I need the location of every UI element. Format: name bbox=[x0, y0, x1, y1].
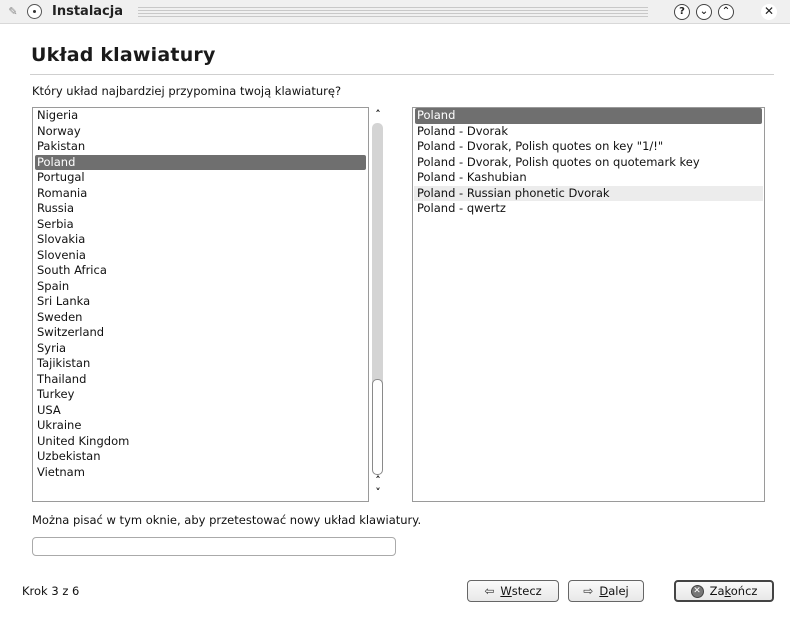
country-list[interactable]: Nigeria Norway Pakistan Poland Portugal Roman… bbox=[32, 107, 369, 502]
variant-list[interactable]: Poland Poland - Dvorak Poland - Dvorak, Po… bbox=[412, 107, 765, 502]
list-item[interactable]: Turkey bbox=[33, 387, 368, 403]
country-list-scrollbar[interactable]: ˄ ˄ ˅ bbox=[370, 107, 386, 502]
list-item[interactable]: Serbia bbox=[33, 217, 368, 233]
back-button[interactable]: ⇦ Wstecz bbox=[467, 580, 559, 602]
list-item[interactable]: Portugal bbox=[33, 170, 368, 186]
next-button-label: Dalej bbox=[599, 584, 629, 598]
list-item[interactable]: South Africa bbox=[33, 263, 368, 279]
list-item[interactable]: Uzbekistan bbox=[33, 449, 368, 465]
list-item[interactable]: Poland - Dvorak, Polish quotes on key "1… bbox=[413, 139, 764, 155]
next-button[interactable]: ⇨ Dalej bbox=[568, 580, 644, 602]
help-button[interactable]: ? bbox=[674, 4, 690, 20]
list-item[interactable]: Poland - Russian phonetic Dvorak bbox=[414, 185, 763, 201]
list-item[interactable]: USA bbox=[33, 403, 368, 419]
scroll-down-arrow-icon[interactable]: ˅ bbox=[370, 487, 386, 499]
list-item[interactable]: Spain bbox=[33, 279, 368, 295]
installer-window: ✎ Instalacja ? ⌄ ⌃ ✕ Układ klawiatury Kt… bbox=[0, 0, 790, 626]
arrow-left-icon: ⇦ bbox=[484, 584, 495, 598]
list-item[interactable]: Sweden bbox=[33, 310, 368, 326]
list-item[interactable]: Nigeria bbox=[33, 108, 368, 124]
list-item[interactable]: Syria bbox=[33, 341, 368, 357]
page-title: Układ klawiatury bbox=[31, 44, 216, 66]
list-item[interactable]: Tajikistan bbox=[33, 356, 368, 372]
title-divider bbox=[30, 74, 774, 75]
title-bar-grip bbox=[138, 7, 648, 17]
list-item[interactable]: Sri Lanka bbox=[33, 294, 368, 310]
close-button[interactable]: ✕ bbox=[761, 4, 777, 20]
cancel-icon: ✕ bbox=[690, 584, 704, 598]
list-item[interactable]: Norway bbox=[33, 124, 368, 140]
list-item[interactable]: Poland - Dvorak bbox=[413, 124, 764, 140]
list-item[interactable]: Poland bbox=[415, 108, 762, 124]
finish-button-label: Zakończ bbox=[709, 584, 758, 598]
app-icon: ✎ bbox=[8, 5, 18, 18]
keyboard-test-input[interactable] bbox=[32, 537, 396, 556]
arrow-right-icon: ⇨ bbox=[583, 584, 594, 598]
finish-button[interactable]: ✕ Zakończ bbox=[674, 580, 774, 602]
window-menu-button[interactable] bbox=[27, 4, 42, 19]
scrollbar-thumb[interactable] bbox=[372, 379, 383, 475]
list-item[interactable]: Vietnam bbox=[33, 465, 368, 481]
list-item[interactable]: Romania bbox=[33, 186, 368, 202]
list-item[interactable]: Ukraine bbox=[33, 418, 368, 434]
list-item[interactable]: Poland - Dvorak, Polish quotes on quotem… bbox=[413, 155, 764, 171]
test-hint: Można pisać w tym oknie, aby przetestowa… bbox=[32, 513, 422, 527]
list-item[interactable]: Poland - qwertz bbox=[413, 201, 764, 217]
title-bar[interactable]: ✎ Instalacja ? ⌄ ⌃ ✕ bbox=[0, 0, 790, 24]
back-button-label: Wstecz bbox=[500, 584, 542, 598]
layout-question: Który układ najbardziej przypomina twoją… bbox=[32, 84, 342, 98]
list-item[interactable]: Poland bbox=[35, 154, 366, 170]
list-item[interactable]: Switzerland bbox=[33, 325, 368, 341]
list-item[interactable]: Pakistan bbox=[33, 139, 368, 155]
step-indicator: Krok 3 z 6 bbox=[22, 584, 80, 598]
list-item[interactable]: Slovakia bbox=[33, 232, 368, 248]
scroll-up-arrow-icon[interactable]: ˄ bbox=[370, 109, 386, 121]
list-item[interactable]: United Kingdom bbox=[33, 434, 368, 450]
list-item[interactable]: Thailand bbox=[33, 372, 368, 388]
list-item[interactable]: Poland - Kashubian bbox=[413, 170, 764, 186]
maximize-button[interactable]: ⌃ bbox=[718, 4, 734, 20]
window-title: Instalacja bbox=[52, 4, 123, 19]
list-item[interactable]: Slovenia bbox=[33, 248, 368, 264]
minimize-button[interactable]: ⌄ bbox=[696, 4, 712, 20]
list-item[interactable]: Russia bbox=[33, 201, 368, 217]
